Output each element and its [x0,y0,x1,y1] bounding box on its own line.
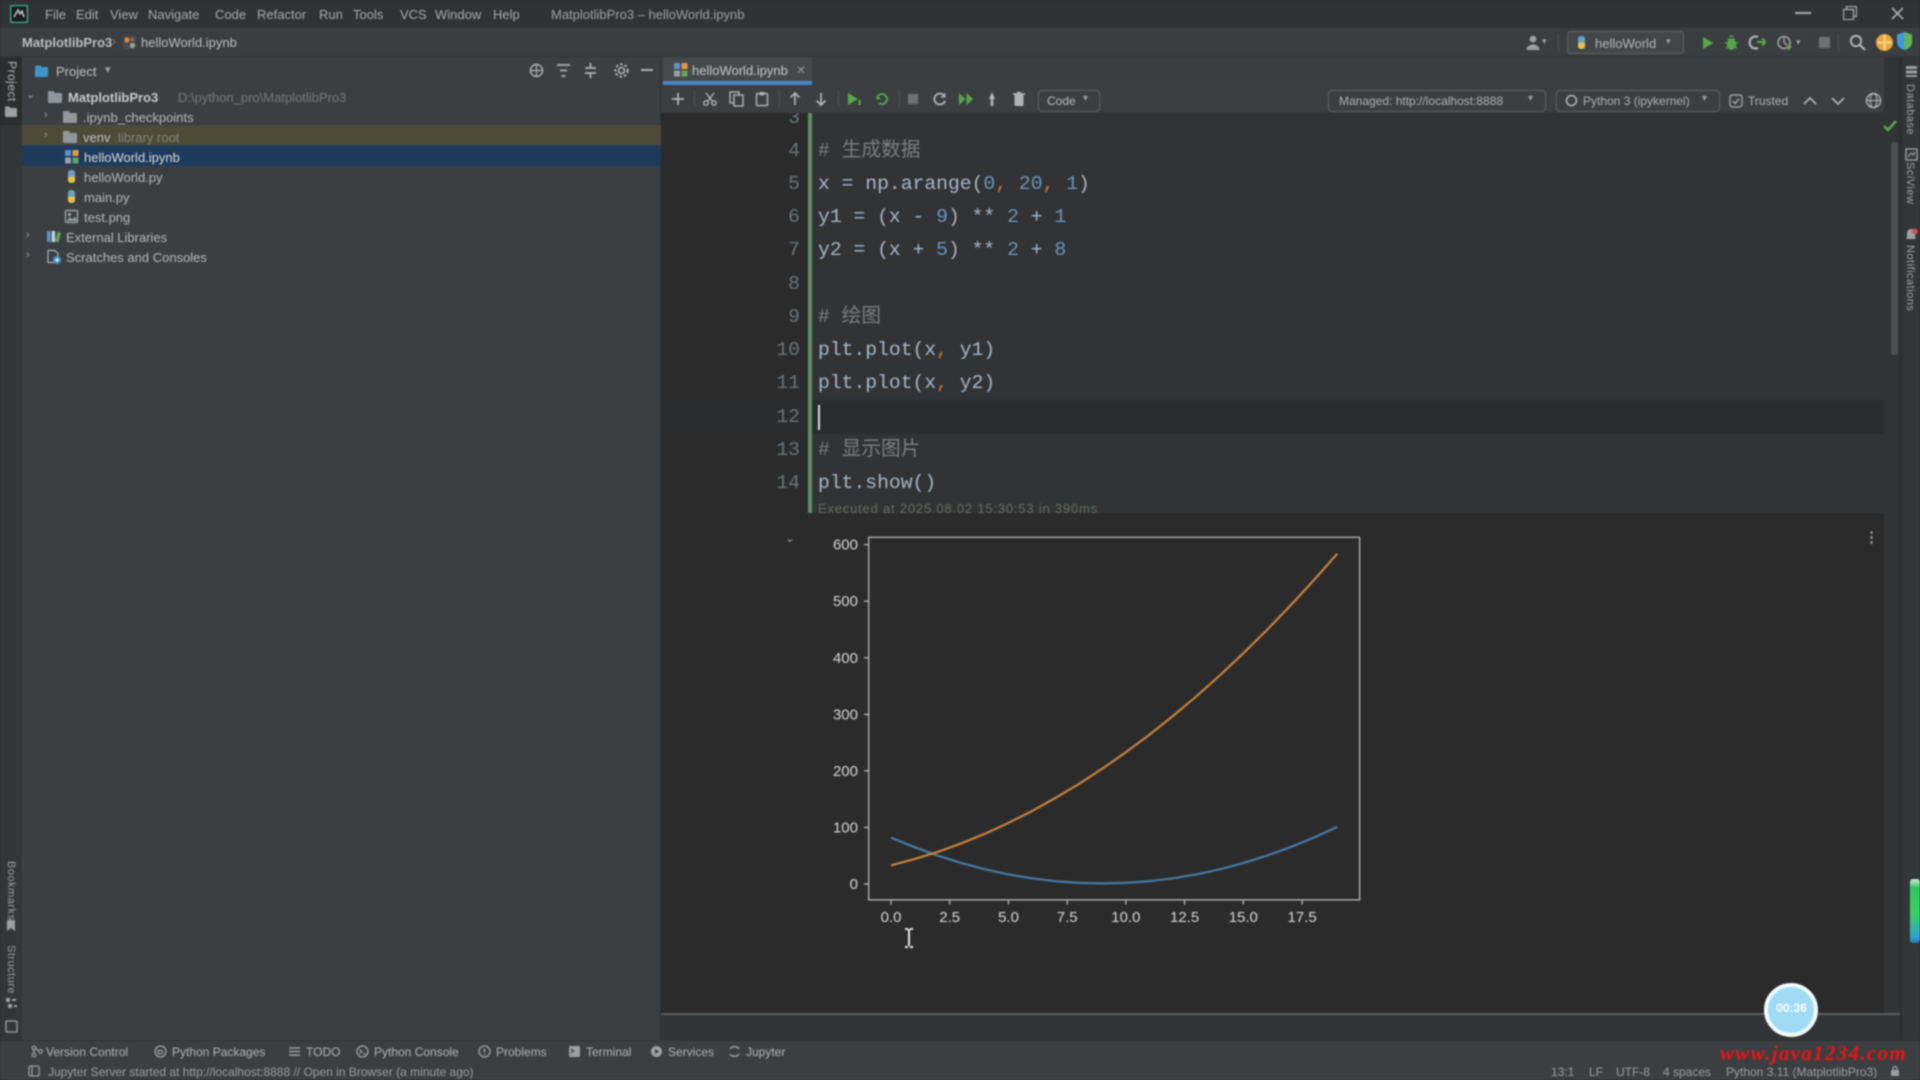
svg-text:0.0: 0.0 [881,909,902,926]
svg-text:0: 0 [850,876,858,893]
svg-text:2.5: 2.5 [939,909,960,926]
svg-text:15.0: 15.0 [1229,909,1258,926]
svg-text:600: 600 [833,537,858,554]
svg-text:400: 400 [833,650,858,667]
svg-text:200: 200 [833,763,858,780]
svg-text:10.0: 10.0 [1111,909,1140,926]
svg-text:7.5: 7.5 [1057,909,1078,926]
svg-text:12.5: 12.5 [1170,909,1199,926]
svg-text:5.0: 5.0 [998,909,1019,926]
svg-text:500: 500 [833,593,858,610]
svg-text:100: 100 [833,820,858,837]
svg-text:17.5: 17.5 [1287,909,1316,926]
svg-text:300: 300 [833,706,858,723]
